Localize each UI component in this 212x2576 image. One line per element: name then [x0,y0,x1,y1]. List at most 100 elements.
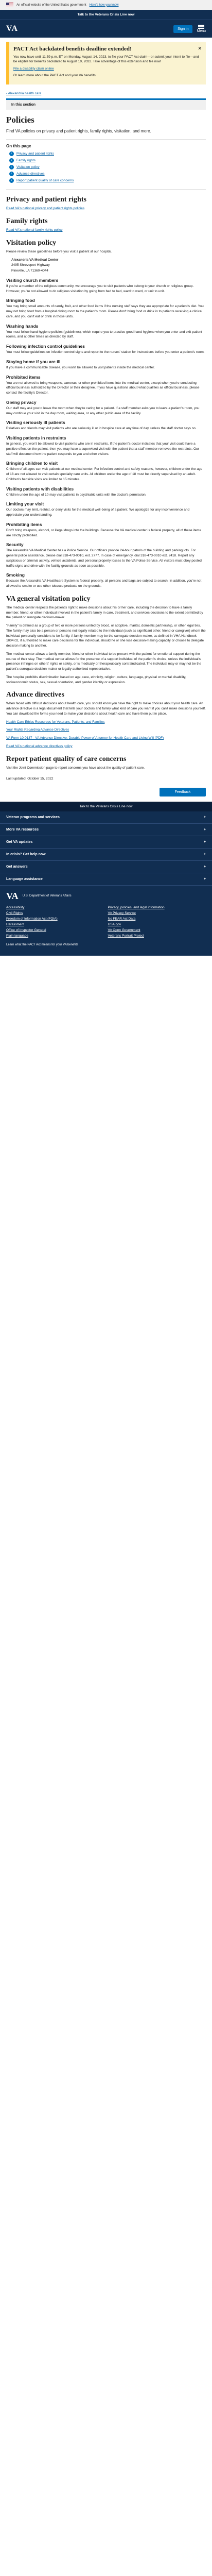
main-content: Policies Find VA policies on privacy and… [0,115,212,782]
footer-accordion[interactable]: More VA resources + [0,824,212,837]
general-visitation-body: The medical center allows a family membe… [6,652,202,671]
footer-link[interactable]: Office of Inspector General [6,928,104,932]
footer-link[interactable]: Veterans Portrait Project [108,934,206,938]
visit-sub-heading: Bringing food [6,298,35,303]
footer-accordion[interactable]: Language assistance + [0,873,212,886]
general-visitation-body: "Family" is defined as a group of two or… [6,624,206,648]
visit-sub-heading: Bringing children to visit [6,461,58,466]
report-concerns-body: Visit the Joint Commission page to repor… [6,766,145,770]
footer-link[interactable]: No FEAR Act Data [108,917,206,921]
visit-sub-body: You must follow hand hygiene policies (g… [6,330,202,339]
footer-link[interactable]: USA.gov [108,923,206,926]
arrow-down-icon: ↓ [9,172,14,177]
va-logo[interactable]: VA [6,891,19,902]
toc-item[interactable]: ↓ Visitation policy [9,165,206,170]
advance-directives-policy-link[interactable]: Read VA's national advance directives po… [6,744,73,748]
footer-links: Accessibility Civil Rights Freedom of In… [6,906,206,940]
page-title: Policies [6,114,34,125]
breadcrumb-back-link[interactable]: ‹ Alexandria health care [6,92,41,95]
visit-sub-body: You may bring small amounts of candy, fr… [6,304,204,318]
visit-sub-body: Don't bring weapons, alcohol, or illegal… [6,528,201,537]
visit-sub-heading: Smoking [6,572,25,578]
toc-item[interactable]: ↓ Family rights [9,158,206,163]
plus-icon: + [203,840,206,844]
footer-link[interactable]: Privacy, policies, and legal information [108,906,206,909]
crisis-line-banner[interactable]: Talk to the Veterans Crisis Line now [0,10,212,20]
visit-sub-body: Children of all ages can visit patients … [6,467,203,481]
footer-accordion[interactable]: Get VA updates + [0,836,212,849]
footer-link[interactable]: Plain language [6,934,104,938]
in-this-section-toggle[interactable]: In this section [6,98,206,110]
footer-accordion[interactable]: In crisis? Get help now + [0,849,212,861]
ethics-resources-link[interactable]: Health Care Ethics Resources for Veteran… [6,720,104,724]
footer-link[interactable]: Civil Rights [6,911,104,915]
arrow-down-icon: ↓ [9,151,14,157]
privacy-heading: Privacy and patient rights [6,196,86,204]
visit-sub-body: In general, you won't be allowed to visi… [6,442,199,456]
visit-sub-body: Children under the age of 10 may visit p… [6,493,147,497]
visit-sub-body: Our staff may ask you to leave the room … [6,406,200,415]
family-rights-heading: Family rights [6,217,48,226]
va-form-link[interactable]: VA Form 10-0137 - VA Advance Directive: … [6,736,164,740]
footer-link[interactable]: VA Privacy Service [108,911,206,915]
footer-link[interactable]: Harassment [6,923,104,926]
us-flag-icon [6,3,13,7]
privacy-policy-link[interactable]: Read VA's national privacy and patient r… [6,207,84,210]
toc-item[interactable]: ↓ Advance directives [9,172,206,177]
visitation-heading: Visitation policy [6,239,57,247]
pact-alert-body: You now have until 11:59 p.m. ET on Mond… [13,55,199,64]
how-you-know-link[interactable]: Here's how you know [90,4,119,7]
file-claim-link[interactable]: File a disability claim online [13,67,54,71]
visit-sub-heading: Washing hands [6,323,39,329]
visit-sub-heading: Limiting your visit [6,501,44,507]
visit-sub-body: Our doctors may limit, restrict, or deny… [6,508,190,517]
footer-bottom: VA U.S. Department of Veterans Affairs A… [0,886,212,956]
gov-banner-text: An official website of the United States… [16,3,86,7]
department-name: U.S. Department of Veterans Affairs [22,894,72,897]
visit-sub-heading: Visiting seriously ill patients [6,420,65,426]
site-footer: Talk to the Veterans Crisis Line now Vet… [0,802,212,956]
sign-in-button[interactable]: Sign in [173,25,193,33]
visitation-intro: Please review these guidelines before yo… [6,249,112,253]
footer-accordion[interactable]: Veteran programs and services + [0,811,212,824]
toc-heading: On this page [6,144,31,149]
va-logo[interactable]: VA [6,24,18,33]
visit-sub-heading: Following infection control guidelines [6,344,85,349]
page-intro: Find VA policies on privacy and patient … [6,128,151,133]
visit-sub-body: If you have a communicable disease, you … [6,365,155,369]
general-visitation-body: The hospital prohibits discrimination ba… [6,675,186,684]
report-concerns-heading: Report patient quality of care concerns [6,755,127,763]
advance-directives-body: When faced with difficult decisions abou… [6,702,206,716]
toc-item[interactable]: ↓ Privacy and patient rights [9,151,206,157]
visit-sub-heading: Staying home if you are ill [6,359,61,364]
visit-sub-heading: Visiting church members [6,277,59,283]
advance-directives-rights-link[interactable]: Your Rights Regarding Advance Directives [6,728,69,732]
pact-alert-title: PACT Act backdated benefits deadline ext… [13,46,132,52]
family-rights-link[interactable]: Read VA's national family rights policy [6,228,63,232]
visit-sub-body: You are not allowed to bring weapons, ca… [6,381,200,395]
visit-sub-heading: Security [6,542,24,548]
close-icon[interactable]: ✕ [198,46,202,52]
footer-link[interactable]: Accessibility [6,906,104,909]
pact-act-alert: ✕ PACT Act backdated benefits deadline e… [6,42,206,84]
address-line: 2495 Shreveport Highway [11,263,50,267]
visit-sub-heading: Prohibited items [6,374,41,380]
footer-crisis-line[interactable]: Talk to the Veterans Crisis Line now [0,802,212,812]
menu-button[interactable]: Menu [197,25,206,33]
on-this-page-nav: On this page ↓ Privacy and patient rights… [6,139,206,190]
footer-link[interactable]: Freedom of Information Act (FOIA) [6,917,104,921]
toc-item[interactable]: ↓ Report patient quality of care concerns [9,178,206,183]
feedback-button[interactable]: Feedback [160,788,206,797]
footer-brand: VA U.S. Department of Veterans Affairs [6,891,206,902]
crisis-line-label[interactable]: Talk to the Veterans Crisis Line now [78,13,135,16]
visit-sub-heading: Prohibiting items [6,521,42,527]
site-header: VA Sign in Menu [0,20,212,38]
breadcrumb: ‹ Alexandria health care [0,89,212,98]
visit-sub-heading: Visiting patients in restraints [6,435,66,441]
footer-link[interactable]: VA Open Government [108,928,206,932]
visit-sub-body: Relatives and friends may visit patients… [6,427,197,431]
plus-icon: + [203,816,206,820]
footer-accordion[interactable]: Get answers + [0,861,212,874]
plus-icon: + [203,828,206,832]
address-name: Alexandria VA Medical Center [11,258,59,262]
